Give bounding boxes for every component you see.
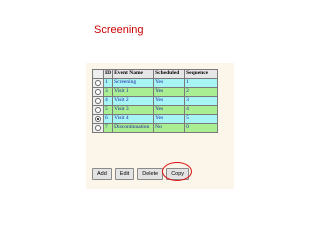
row-radio-button[interactable] [95, 106, 101, 113]
cell-event-name: Visit 3 [112, 105, 155, 115]
cell-id: 3 [102, 87, 114, 97]
row-radio-button[interactable] [95, 124, 101, 131]
cell-scheduled: Yes [153, 87, 186, 97]
cell-event-name: Visit 2 [112, 96, 155, 106]
cell-scheduled: Yes [153, 105, 186, 115]
table-row[interactable]: 6 Visit 4 Yes 5 [92, 114, 219, 124]
delete-button[interactable]: Delete [137, 168, 164, 180]
table-row[interactable]: 1 Screening Yes 1 [92, 78, 219, 88]
row-radio-button[interactable] [95, 97, 101, 104]
cell-sequence: 3 [184, 96, 219, 106]
row-radio-button[interactable] [95, 79, 101, 86]
cell-sequence: 1 [184, 78, 219, 88]
cell-event-name: Visit 1 [112, 87, 155, 97]
row-select-cell [92, 123, 104, 133]
cell-id: 1 [102, 78, 114, 88]
row-select-cell [92, 78, 104, 88]
cell-id: 5 [102, 105, 114, 115]
row-radio-button[interactable] [95, 88, 101, 95]
cell-scheduled: Yes [153, 96, 186, 106]
header-scheduled[interactable]: Scheduled [153, 69, 186, 79]
row-select-cell [92, 105, 104, 115]
cell-sequence: 0 [184, 123, 219, 133]
table-header-row: ID Event Name Scheduled Sequence [92, 69, 219, 79]
row-select-cell [92, 87, 104, 97]
events-table: ID Event Name Scheduled Sequence 1 Screen… [92, 69, 219, 133]
cell-id: 6 [102, 114, 114, 124]
header-select [92, 69, 104, 79]
slide-title: Screening [94, 24, 144, 36]
cell-scheduled: No [153, 123, 186, 133]
slide: Screening ID Event Name Scheduled Sequen… [0, 0, 320, 240]
cell-event-name: Screening [112, 78, 155, 88]
cell-scheduled: Yes [153, 78, 186, 88]
copy-highlight-ring [162, 162, 192, 181]
add-button[interactable]: Add [92, 168, 112, 180]
table-row[interactable]: 5 Visit 3 Yes 4 [92, 105, 219, 115]
cell-sequence: 2 [184, 87, 219, 97]
cell-id: 7 [102, 123, 114, 133]
edit-button[interactable]: Edit [114, 168, 135, 180]
table-row[interactable]: 4 Visit 2 Yes 3 [92, 96, 219, 106]
cell-id: 4 [102, 96, 114, 106]
table-row[interactable]: 3 Visit 1 Yes 2 [92, 87, 219, 97]
cell-scheduled: Yes [153, 114, 186, 124]
row-select-cell [92, 114, 104, 124]
header-id[interactable]: ID [102, 69, 114, 79]
cell-sequence: 4 [184, 105, 219, 115]
header-event-name[interactable]: Event Name [112, 69, 155, 79]
cell-event-name: Visit 4 [112, 114, 155, 124]
row-radio-button[interactable] [95, 115, 101, 122]
header-sequence[interactable]: Sequence [184, 69, 219, 79]
table-row[interactable]: 7 Discontinuation No 0 [92, 123, 219, 133]
row-select-cell [92, 96, 104, 106]
cell-sequence: 5 [184, 114, 219, 124]
cell-event-name: Discontinuation [112, 123, 155, 133]
